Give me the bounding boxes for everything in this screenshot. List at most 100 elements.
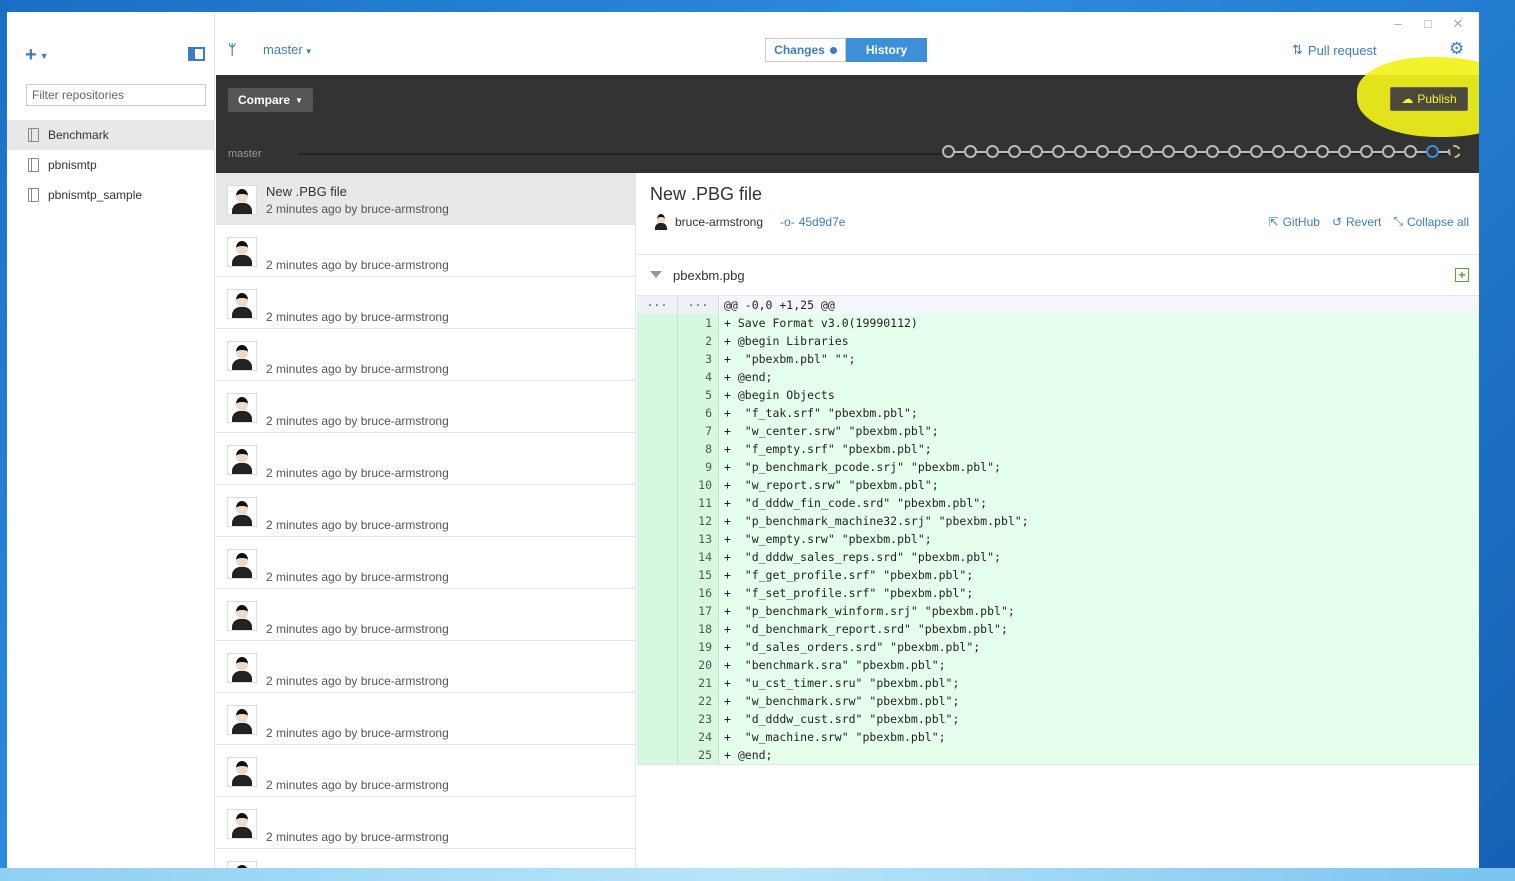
commit-row[interactable]: 2 minutes ago by bruce-armstrong (216, 537, 635, 589)
diff-code: + @end; (724, 370, 773, 384)
tab-history[interactable]: History (846, 38, 927, 62)
caret-down-icon[interactable] (650, 271, 662, 278)
commit-meta: 2 minutes ago by bruce-armstrong (266, 362, 449, 376)
compare-button[interactable]: Compare ▼ (228, 88, 313, 112)
commit-row[interactable]: 2 minutes ago by bruce-armstrong (216, 797, 635, 849)
commit-row[interactable]: 2 minutes ago by bruce-armstrong (216, 329, 635, 381)
timeline-node[interactable] (1140, 145, 1153, 158)
avatar (654, 214, 668, 230)
diff-code: + "w_machine.srw" "pbexbm.pbl"; (724, 730, 946, 744)
file-header[interactable]: pbexbm.pbg + (637, 254, 1479, 296)
timeline-node[interactable] (1074, 145, 1087, 158)
diff-line-added: 10 + "w_report.srw" "pbexbm.pbl"; (637, 476, 1479, 494)
collapse-label: Collapse all (1406, 214, 1469, 229)
commit-row[interactable]: 2 minutes ago by bruce-armstrong (216, 277, 635, 329)
collapse-all-button[interactable]: ⤡ Collapse all (1393, 214, 1469, 229)
new-line-gutter[interactable]: ··· (678, 296, 719, 314)
diff-code: + "f_set_profile.srf" "pbexbm.pbl"; (724, 586, 974, 600)
timeline-node[interactable] (1338, 145, 1351, 158)
avatar (227, 549, 257, 579)
timeline-node[interactable] (1030, 145, 1043, 158)
diff-hunk-header: ··· ··· @@ -0,0 +1,25 @@ (637, 296, 1479, 314)
diff-line-added: 25 + @end; (637, 746, 1479, 764)
timeline-node[interactable] (1008, 145, 1021, 158)
new-line-number: 13 (678, 530, 719, 548)
timeline-link (1395, 150, 1404, 153)
timeline-link (1087, 150, 1096, 153)
commit-sha-link[interactable]: -o- 45d9d7e (780, 215, 845, 229)
commit-detail-title: New .PBG file (650, 184, 763, 204)
new-line-number: 24 (678, 728, 719, 746)
old-line-number (637, 314, 678, 332)
github-link[interactable]: ⇱ GitHub (1269, 214, 1320, 229)
timeline-nodes (942, 145, 1461, 158)
timeline-node[interactable] (1184, 145, 1197, 158)
repo-item-benchmark[interactable]: Benchmark (7, 120, 215, 150)
sidebar-toggle-icon[interactable] (188, 47, 205, 61)
commit-row[interactable]: 2 minutes ago by bruce-armstrong (216, 589, 635, 641)
timeline-node[interactable] (1404, 145, 1417, 158)
new-line-number: 16 (678, 584, 719, 602)
compare-label: Compare (238, 93, 291, 107)
old-line-number (637, 620, 678, 638)
timeline-node[interactable] (1250, 145, 1263, 158)
commit-meta: 2 minutes ago by bruce-armstrong (266, 570, 449, 584)
commit-row[interactable]: 2 minutes ago by bruce-armstrong (216, 381, 635, 433)
timeline-node[interactable] (1294, 145, 1307, 158)
commit-actions: ⇱ GitHub ↺ Revert ⤡ Collapse all (1269, 214, 1469, 229)
old-line-gutter[interactable]: ··· (637, 296, 678, 314)
old-line-number (637, 350, 678, 368)
timeline-node[interactable] (1316, 145, 1329, 158)
commit-row[interactable]: New .PBG file 2 minutes ago by bruce-arms… (216, 173, 635, 225)
timeline-node[interactable] (1228, 145, 1241, 158)
publish-button[interactable]: ☁ Publish (1390, 87, 1468, 111)
repo-label: pbnismtp_sample (48, 188, 143, 202)
old-line-number (637, 422, 678, 440)
diff-line-added: 5 + @begin Objects (637, 386, 1479, 404)
close-button[interactable]: ✕ (1445, 15, 1471, 33)
diff-code: + "d_sales_orders.srd" "pbexbm.pbl"; (724, 640, 981, 654)
revert-button[interactable]: ↺ Revert (1332, 214, 1381, 229)
commit-row[interactable]: 2 minutes ago by bruce-armstrong (216, 641, 635, 693)
app-window: – □ ✕ + ▼ Benchmark pbnismtp pbnismtp_sa… (7, 12, 1479, 868)
filter-repositories-input[interactable] (26, 84, 206, 106)
timeline-node[interactable] (964, 145, 977, 158)
timeline-node[interactable] (1272, 145, 1285, 158)
pull-request-button[interactable]: ⇅ Pull request (1292, 42, 1377, 58)
timeline-node[interactable] (1206, 145, 1219, 158)
publish-label: Publish (1417, 92, 1457, 106)
sha-label: 45d9d7e (798, 215, 846, 229)
diff-code: + "f_get_profile.srf" "pbexbm.pbl"; (724, 568, 974, 582)
timeline-node[interactable] (1052, 145, 1065, 158)
commit-row[interactable]: 2 minutes ago by bruce-armstrong (216, 485, 635, 537)
collapse-icon: ⤡ (1393, 214, 1403, 228)
branch-selector[interactable]: master ▼ (263, 42, 313, 57)
timeline-node[interactable] (1448, 145, 1461, 158)
timeline-node[interactable] (942, 145, 955, 158)
timeline-node[interactable] (1118, 145, 1131, 158)
minimize-button[interactable]: – (1385, 15, 1411, 33)
add-repository-button[interactable]: + ▼ (25, 44, 49, 67)
tab-changes[interactable]: Changes (765, 38, 846, 62)
commit-row[interactable]: 2 minutes ago by bruce-armstrong (216, 693, 635, 745)
diff-code: + @begin Objects (724, 388, 835, 402)
timeline-node[interactable] (986, 145, 999, 158)
repo-item-pbnismtp-sample[interactable]: pbnismtp_sample (7, 180, 215, 210)
repo-item-pbnismtp[interactable]: pbnismtp (7, 150, 215, 180)
diff-divider (637, 764, 1479, 765)
maximize-button[interactable]: □ (1415, 15, 1441, 33)
new-line-number: 14 (678, 548, 719, 566)
timeline-node[interactable] (1162, 145, 1175, 158)
timeline-node[interactable] (1360, 145, 1373, 158)
commit-row[interactable]: 2 minutes ago by bruce-armstrong (216, 225, 635, 277)
commit-row[interactable] (216, 849, 635, 868)
gear-icon[interactable]: ⚙ (1449, 39, 1464, 59)
timeline-node[interactable] (1426, 145, 1439, 158)
timeline-node[interactable] (1382, 145, 1395, 158)
new-line-number: 20 (678, 656, 719, 674)
timeline-link (1175, 150, 1184, 153)
timeline-node[interactable] (1096, 145, 1109, 158)
commit-row[interactable]: 2 minutes ago by bruce-armstrong (216, 433, 635, 485)
commit-row[interactable]: 2 minutes ago by bruce-armstrong (216, 745, 635, 797)
diff-line-added: 24 + "w_machine.srw" "pbexbm.pbl"; (637, 728, 1479, 746)
